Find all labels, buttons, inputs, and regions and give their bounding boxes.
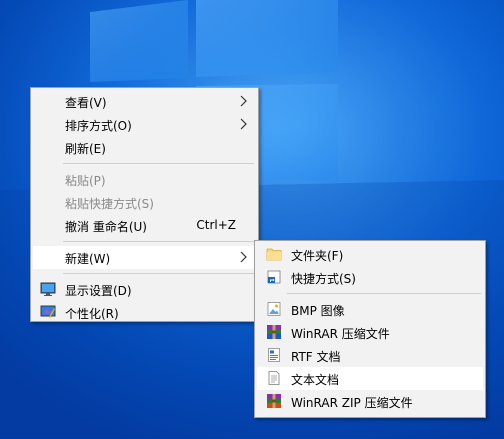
menu-item-label: 文本文档 [291, 373, 340, 387]
submenu-item-winrar-zip[interactable]: WinRAR ZIP 压缩文件 [257, 390, 483, 413]
menu-item-label: RTF 文档 [291, 350, 341, 364]
menu-item-display-settings[interactable]: 显示设置(D) [33, 278, 256, 301]
text-document-icon [268, 371, 280, 385]
menu-item-label: 快捷方式(S) [291, 272, 356, 286]
rtf-document-icon [268, 348, 280, 362]
submenu-item-bmp-image[interactable]: BMP 图像 [257, 298, 483, 321]
chevron-right-icon [240, 95, 247, 107]
menu-item-label: 个性化(R) [65, 307, 119, 321]
menu-item-label: 粘贴(P) [65, 174, 106, 188]
winrar-icon [267, 325, 281, 339]
menu-item-label: 撤消 重命名(U) [65, 220, 147, 234]
personalize-icon [40, 305, 56, 318]
menu-item-label: 查看(V) [65, 96, 107, 110]
menu-item-label: 粘贴快捷方式(S) [65, 197, 154, 211]
winrar-zip-icon [267, 394, 281, 408]
menu-separator [33, 269, 256, 278]
menu-item-label: WinRAR ZIP 压缩文件 [291, 396, 413, 410]
folder-icon [266, 248, 282, 261]
menu-item-label: 新建(W) [65, 252, 111, 266]
submenu-item-rtf-document[interactable]: RTF 文档 [257, 344, 483, 367]
menu-item-refresh[interactable]: 刷新(E) [33, 136, 256, 159]
submenu-item-folder[interactable]: 文件夹(F) [257, 243, 483, 266]
menu-item-shortcut: Ctrl+Z [196, 218, 236, 232]
menu-item-paste: 粘贴(P) [33, 168, 256, 191]
menu-item-undo-rename[interactable]: 撤消 重命名(U) Ctrl+Z [33, 214, 256, 237]
bmp-image-icon [267, 302, 281, 316]
menu-item-view[interactable]: 查看(V) [33, 90, 256, 113]
menu-item-label: 文件夹(F) [291, 249, 344, 263]
menu-separator [33, 237, 256, 246]
chevron-right-icon [240, 251, 247, 263]
menu-item-label: WinRAR 压缩文件 [291, 327, 390, 341]
menu-separator [33, 159, 256, 168]
submenu-item-shortcut[interactable]: 快捷方式(S) [257, 266, 483, 289]
submenu-item-winrar-archive[interactable]: WinRAR 压缩文件 [257, 321, 483, 344]
menu-item-sort-by[interactable]: 排序方式(O) [33, 113, 256, 136]
menu-item-label: 排序方式(O) [65, 119, 132, 133]
menu-item-paste-shortcut: 粘贴快捷方式(S) [33, 191, 256, 214]
shortcut-icon [267, 270, 281, 284]
chevron-right-icon [240, 118, 247, 130]
new-submenu: 文件夹(F) 快捷方式(S) BMP 图像 WinRAR 压缩文件 RTF 文档… [254, 240, 486, 418]
desktop-context-menu: 查看(V) 排序方式(O) 刷新(E) 粘贴(P) 粘贴快捷方式(S) 撤消 重… [30, 87, 259, 322]
menu-separator [257, 289, 483, 298]
menu-item-label: 显示设置(D) [65, 284, 132, 298]
menu-item-new[interactable]: 新建(W) [33, 246, 256, 269]
submenu-item-text-document[interactable]: 文本文档 [257, 367, 483, 390]
menu-item-label: BMP 图像 [291, 304, 345, 318]
display-settings-icon [40, 282, 56, 296]
menu-item-personalize[interactable]: 个性化(R) [33, 301, 256, 324]
menu-item-label: 刷新(E) [65, 142, 106, 156]
